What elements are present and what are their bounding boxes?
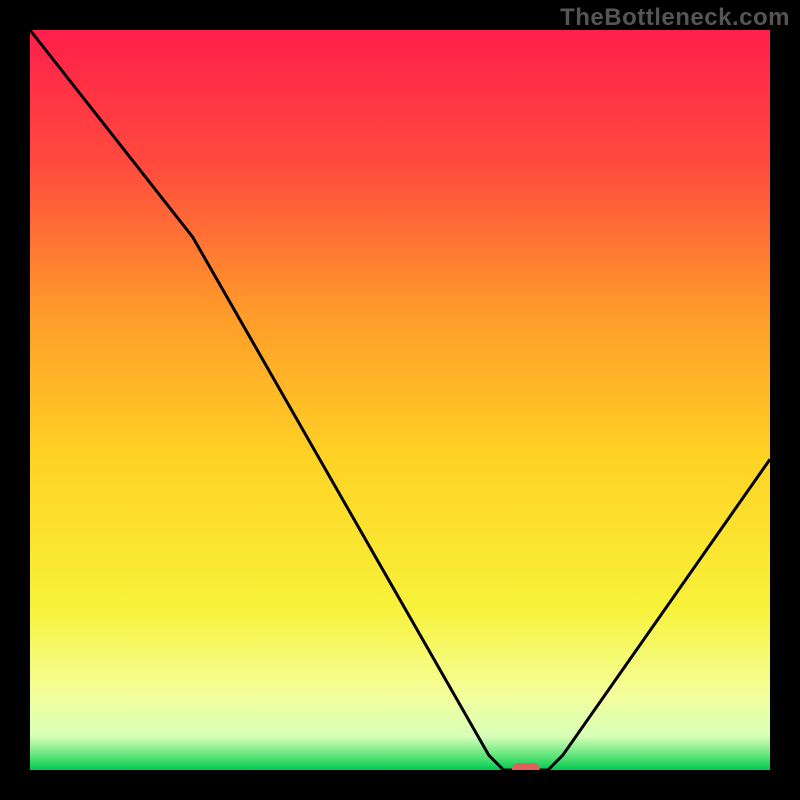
chart-frame: TheBottleneck.com [0, 0, 800, 800]
optimal-marker [512, 763, 540, 770]
watermark-text: TheBottleneck.com [560, 4, 790, 32]
bottleneck-chart [30, 30, 770, 770]
gradient-background [30, 30, 770, 770]
plot-area [30, 30, 770, 770]
